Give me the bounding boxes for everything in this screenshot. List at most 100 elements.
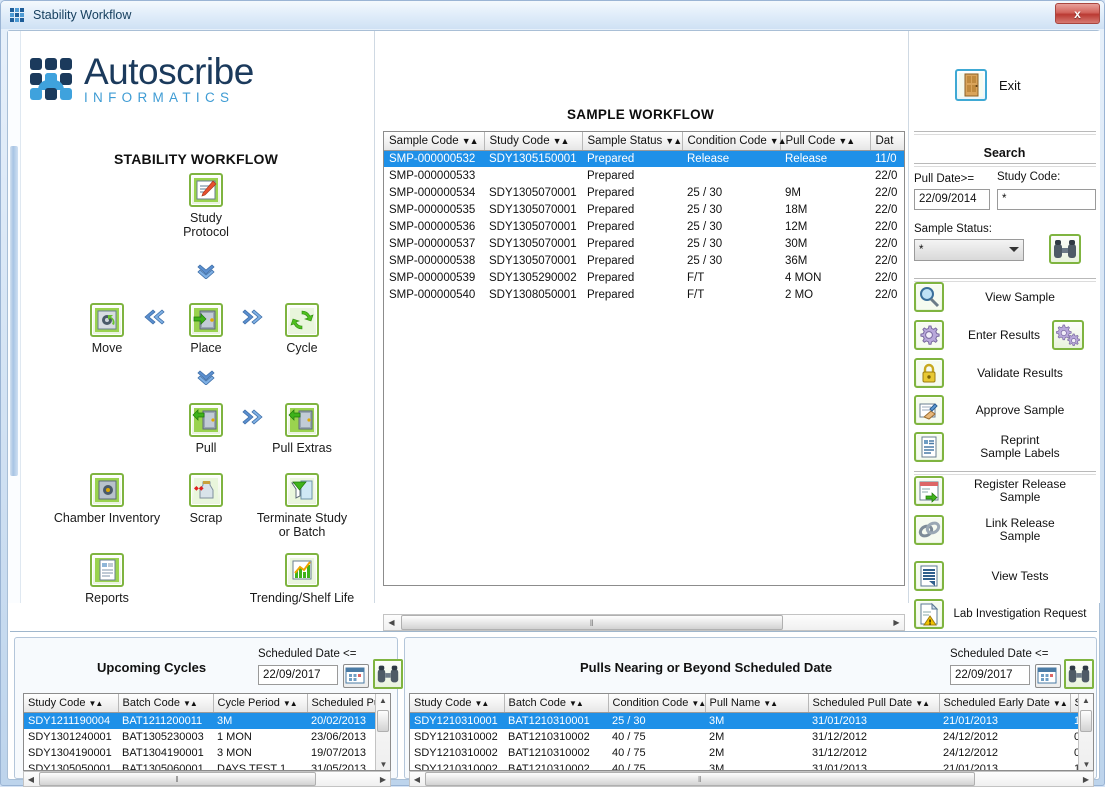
sample-status-select[interactable]: * xyxy=(914,239,1024,261)
col-header-sample-code[interactable]: Sample Code▼▲ xyxy=(384,132,484,151)
action-view-tests[interactable]: View Tests xyxy=(914,561,1096,591)
uc-hscroll-right-arrow-icon[interactable]: ▶ xyxy=(376,775,390,784)
workflow-item-terminate[interactable]: Terminate Study or Batch xyxy=(242,473,362,539)
table-row[interactable]: SDY1211190004BAT12112000113M20/02/2013 xyxy=(24,713,377,730)
pulls-nearing-hscrollbar[interactable]: ◀ ‖ ▶ xyxy=(409,771,1094,787)
close-window-button[interactable]: x xyxy=(1055,3,1100,24)
col-header-date[interactable]: Dat xyxy=(870,132,905,151)
workflow-item-trending[interactable]: Trending/Shelf Life xyxy=(242,553,362,605)
pn-vscroll-thumb[interactable] xyxy=(1080,710,1092,732)
uc-hscroll-thumb[interactable]: ‖ xyxy=(39,772,316,786)
move-icon xyxy=(90,303,124,337)
uc-hscroll-track[interactable]: ‖ xyxy=(38,772,376,786)
workflow-item-cycle[interactable]: Cycle xyxy=(242,303,362,355)
table-cell: 9M xyxy=(780,185,870,202)
workflow-item-reports[interactable]: Reports xyxy=(47,553,167,605)
pulls-nearing-tbody: SDY1210310001BAT121031000125 / 303M31/01… xyxy=(410,713,1080,772)
upcoming-cycles-search-button[interactable] xyxy=(373,659,403,689)
search-execute-button[interactable] xyxy=(1049,234,1081,264)
action-validate-results[interactable]: Validate Results xyxy=(914,358,1096,388)
left-vertical-scrollbar[interactable] xyxy=(8,31,21,603)
hscroll-left-arrow-icon[interactable]: ◀ xyxy=(384,618,399,627)
pull-date-input[interactable]: 22/09/2014 xyxy=(914,189,990,210)
sample-workflow-grid[interactable]: Sample Code▼▲ Study Code▼▲ Sample Status… xyxy=(383,131,905,586)
table-row[interactable]: SDY1210310002BAT121031000240 / 752M31/12… xyxy=(410,745,1080,761)
table-row[interactable]: SMP-000000533Prepared22/0 xyxy=(384,168,905,185)
workflow-label-terminate: Terminate Study or Batch xyxy=(242,511,362,539)
table-row[interactable]: SMP-000000532SDY1305150001PreparedReleas… xyxy=(384,151,905,168)
pulls-nearing-vscrollbar[interactable]: ▲ ▼ xyxy=(1078,694,1093,771)
hscroll-track[interactable]: ‖ xyxy=(399,615,889,630)
upcoming-cycles-grid[interactable]: Study Code▼▲ Batch Code▼▲ Cycle Period▼▲… xyxy=(23,693,391,771)
pn-hscroll-left-arrow-icon[interactable]: ◀ xyxy=(410,775,424,784)
action-register-release-sample[interactable]: Register Release Sample xyxy=(914,476,1096,506)
binoculars-icon xyxy=(375,661,401,687)
col-header-pn-pull-name[interactable]: Pull Name▼▲ xyxy=(705,694,808,713)
col-header-study-code[interactable]: Study Code▼▲ xyxy=(484,132,582,151)
pn-hscroll-track[interactable]: ‖ xyxy=(424,772,1079,786)
table-row[interactable]: SMP-000000539SDY1305290002PreparedF/T4 M… xyxy=(384,270,905,287)
action-enter-results[interactable]: Enter Results xyxy=(914,320,1064,350)
pn-vscroll-up-arrow-icon[interactable]: ▲ xyxy=(1079,694,1093,708)
table-row[interactable]: SMP-000000536SDY1305070001Prepared25 / 3… xyxy=(384,219,905,236)
lock-icon xyxy=(914,358,944,388)
study-code-input[interactable]: * xyxy=(997,189,1096,210)
exit-button[interactable]: Exit xyxy=(955,69,1021,101)
action-reprint-sample-labels[interactable]: Reprint Sample Labels xyxy=(914,432,1096,462)
col-header-pull-code[interactable]: Pull Code▼▲ xyxy=(780,132,870,151)
vscroll-down-arrow-icon[interactable]: ▼ xyxy=(376,758,391,771)
workflow-item-study-protocol[interactable]: Study Protocol xyxy=(146,173,266,239)
vscroll-up-arrow-icon[interactable]: ▲ xyxy=(376,694,390,708)
pulls-nearing-date-input[interactable]: 22/09/2017 xyxy=(950,665,1030,685)
col-header-uc-batch-code[interactable]: Batch Code▼▲ xyxy=(118,694,213,713)
pn-vscroll-down-arrow-icon[interactable]: ▼ xyxy=(1079,758,1094,771)
uc-hscroll-left-arrow-icon[interactable]: ◀ xyxy=(24,775,38,784)
vscroll-thumb[interactable] xyxy=(377,710,389,732)
workflow-item-pull-extras[interactable]: Pull Extras xyxy=(242,403,362,455)
col-header-sample-status[interactable]: Sample Status▼▲ xyxy=(582,132,682,151)
action-lab-investigation-request[interactable]: Lab Investigation Request xyxy=(914,599,1096,629)
table-row[interactable]: SMP-000000538SDY1305070001Prepared25 / 3… xyxy=(384,253,905,270)
left-scrollbar-thumb[interactable] xyxy=(10,146,18,476)
action-label-view-sample: View Sample xyxy=(944,291,1096,304)
col-header-pn-condition-code[interactable]: Condition Code▼▲ xyxy=(608,694,705,713)
hscroll-thumb[interactable]: ‖ xyxy=(401,615,783,630)
upcoming-cycles-calendar-button[interactable] xyxy=(343,664,369,688)
pulls-nearing-grid[interactable]: Study Code▼▲ Batch Code▼▲ Condition Code… xyxy=(409,693,1094,771)
table-row[interactable]: SDY1210310001BAT121031000125 / 303M31/01… xyxy=(410,713,1080,730)
table-row[interactable]: SMP-000000540SDY1308050001PreparedF/T2 M… xyxy=(384,287,905,304)
table-cell: 40 / 75 xyxy=(608,729,705,745)
table-row[interactable]: SDY1304190001BAT13041900013 MON19/07/201… xyxy=(24,745,377,761)
col-header-pn-scheduled-early-date[interactable]: Scheduled Early Date▼▲ xyxy=(939,694,1070,713)
action-link-release-sample[interactable]: Link Release Sample xyxy=(914,515,1096,545)
enter-results-extra-button[interactable] xyxy=(1052,320,1084,350)
col-header-uc-scheduled-pull[interactable]: Scheduled Pu xyxy=(307,694,377,713)
table-row[interactable]: SDY1210310002BAT121031000240 / 753M31/01… xyxy=(410,761,1080,771)
col-header-uc-cycle-period[interactable]: Cycle Period▼▲ xyxy=(213,694,307,713)
col-header-condition-code[interactable]: Condition Code▼▲ xyxy=(682,132,780,151)
upcoming-cycles-hscrollbar[interactable]: ◀ ‖ ▶ xyxy=(23,771,391,787)
sample-grid-hscrollbar[interactable]: ◀ ‖ ▶ xyxy=(383,614,905,631)
col-header-pn-scheduled-pull-date[interactable]: Scheduled Pull Date▼▲ xyxy=(808,694,939,713)
pn-hscroll-thumb[interactable]: ‖ xyxy=(425,772,975,786)
table-row[interactable]: SDY1305050001BAT1305060001DAYS TEST 131/… xyxy=(24,761,377,771)
table-row[interactable]: SMP-000000534SDY1305070001Prepared25 / 3… xyxy=(384,185,905,202)
upcoming-cycles-date-input[interactable]: 22/09/2017 xyxy=(258,665,338,685)
table-cell: 3M xyxy=(705,761,808,771)
pulls-nearing-calendar-button[interactable] xyxy=(1035,664,1061,688)
col-header-uc-study-code[interactable]: Study Code▼▲ xyxy=(24,694,118,713)
pulls-nearing-search-button[interactable] xyxy=(1064,659,1094,689)
exit-door-icon xyxy=(955,69,987,101)
table-row[interactable]: SMP-000000535SDY1305070001Prepared25 / 3… xyxy=(384,202,905,219)
hscroll-right-arrow-icon[interactable]: ▶ xyxy=(889,618,904,627)
action-approve-sample[interactable]: Approve Sample xyxy=(914,395,1096,425)
table-row[interactable]: SDY1301240001BAT13052300031 MON23/06/201… xyxy=(24,729,377,745)
table-row[interactable]: SMP-000000537SDY1305070001Prepared25 / 3… xyxy=(384,236,905,253)
col-header-pn-study-code[interactable]: Study Code▼▲ xyxy=(410,694,504,713)
col-header-pn-batch-code[interactable]: Batch Code▼▲ xyxy=(504,694,608,713)
table-row[interactable]: SDY1210310002BAT121031000240 / 752M31/12… xyxy=(410,729,1080,745)
workflow-label-cycle: Cycle xyxy=(242,341,362,355)
action-view-sample[interactable]: View Sample xyxy=(914,282,1096,312)
pn-hscroll-right-arrow-icon[interactable]: ▶ xyxy=(1079,775,1093,784)
upcoming-cycles-vscrollbar[interactable]: ▲ ▼ xyxy=(375,694,390,771)
